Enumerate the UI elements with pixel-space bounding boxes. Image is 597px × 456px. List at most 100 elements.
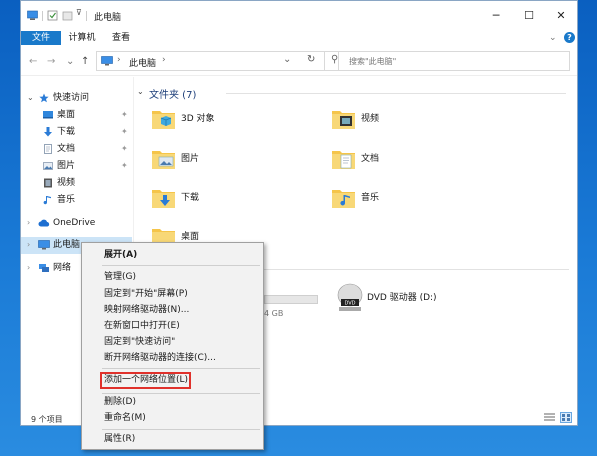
computer-icon xyxy=(38,240,50,250)
folder-label: 音乐 xyxy=(361,193,380,203)
chevron-right-icon[interactable]: › xyxy=(27,238,30,252)
menu-separator xyxy=(102,265,260,266)
menu-item-pin-to-quick-access[interactable]: 固定到"快速访问" xyxy=(104,335,175,350)
chevron-right-icon: › xyxy=(162,55,166,65)
chevron-down-icon[interactable]: ⌄ xyxy=(549,33,557,43)
sidebar-item-label: 音乐 xyxy=(57,195,76,205)
menu-item-map-network-drive[interactable]: 映射网络驱动器(N)... xyxy=(104,303,189,318)
divider xyxy=(42,11,43,21)
context-menu: 展开(A) 管理(G) 固定到"开始"屏幕(P) 映射网络驱动器(N)... 在… xyxy=(81,242,264,450)
address-row: ← → ⌄ ↑ › 此电脑 › ⌄ ↻ ⚲ 搜索"此电脑" xyxy=(21,46,577,76)
recent-locations-icon[interactable]: ⌄ xyxy=(66,56,74,67)
refresh-icon[interactable]: ↻ xyxy=(307,54,315,65)
menu-separator xyxy=(102,429,260,430)
sidebar-item-music[interactable]: 音乐 xyxy=(43,193,133,207)
computer-icon xyxy=(101,56,113,66)
new-folder-icon[interactable] xyxy=(62,10,73,21)
window-title: 此电脑 xyxy=(94,13,122,23)
folder-label: 3D 对象 xyxy=(181,114,215,124)
sidebar-this-pc-label: 此电脑 xyxy=(53,240,81,250)
up-arrow-icon[interactable]: ↑ xyxy=(81,56,89,67)
chevron-down-icon[interactable]: ⌄ xyxy=(27,91,34,105)
properties-icon[interactable] xyxy=(47,10,58,21)
chevron-right-icon[interactable]: › xyxy=(27,216,30,230)
details-view-icon[interactable] xyxy=(544,413,555,423)
folder-pictures-icon xyxy=(152,151,175,169)
customize-toolbar-icon[interactable]: ⊽ xyxy=(76,8,82,17)
address-bar[interactable]: › 此电脑 › ⌄ ↻ xyxy=(96,51,339,71)
ribbon-tabs: 文件 计算机 查看 ⌄ ? xyxy=(21,31,577,45)
menu-item-delete[interactable]: 删除(D) xyxy=(104,395,136,410)
computer-icon xyxy=(27,10,38,20)
dvd-drive[interactable]: DVD DVD 驱动器 (D:) xyxy=(337,283,497,315)
folder-documents-icon xyxy=(332,151,355,169)
search-placeholder: 搜索"此电脑" xyxy=(349,57,397,66)
sidebar-onedrive-label: OneDrive xyxy=(53,218,96,228)
desktop-icon xyxy=(43,111,53,119)
folder-3d-icon xyxy=(152,111,175,129)
menu-item-expand[interactable]: 展开(A) xyxy=(104,248,137,263)
pin-icon[interactable]: ✦ xyxy=(121,108,128,122)
document-icon xyxy=(44,144,52,154)
folder-label: 图片 xyxy=(181,154,200,164)
music-icon xyxy=(43,196,51,205)
menu-item-disconnect-network-drive[interactable]: 断开网络驱动器的连接(C)... xyxy=(104,351,216,366)
menu-item-properties[interactable]: 属性(R) xyxy=(104,432,135,447)
address-dropdown-icon[interactable]: ⌄ xyxy=(283,54,291,65)
section-divider xyxy=(226,93,566,94)
minimize-button[interactable]: ─ xyxy=(484,7,508,25)
sidebar-item-desktop[interactable]: 桌面 ✦ xyxy=(43,108,133,122)
address-path: 此电脑 xyxy=(129,59,157,69)
help-icon[interactable]: ? xyxy=(564,32,575,43)
folder-label: 文档 xyxy=(361,154,380,164)
pin-icon[interactable]: ✦ xyxy=(121,159,128,173)
sidebar-item-label: 下载 xyxy=(57,127,76,137)
large-icons-view-icon[interactable] xyxy=(560,412,572,423)
dvd-drive-label: DVD 驱动器 (D:) xyxy=(367,293,437,303)
pin-star-icon xyxy=(39,93,49,103)
folder-label: 桌面 xyxy=(181,232,200,242)
sidebar-item-downloads[interactable]: 下载 ✦ xyxy=(43,125,133,139)
menu-separator xyxy=(102,393,260,394)
sidebar-item-label: 视频 xyxy=(57,178,76,188)
folder-video-icon xyxy=(332,111,355,129)
sidebar-item-pictures[interactable]: 图片 ✦ xyxy=(43,159,133,173)
close-button[interactable]: ✕ xyxy=(549,7,573,25)
tab-computer[interactable]: 计算机 xyxy=(67,31,97,45)
search-box[interactable]: ⚲ 搜索"此电脑" xyxy=(324,51,570,71)
status-item-count: 9 个项目 xyxy=(31,415,63,424)
menu-item-add-network-location[interactable]: 添加一个网络位置(L) xyxy=(104,373,188,388)
section-title: 文件夹 (7) xyxy=(149,90,197,101)
title-bar: ⊽ 此电脑 ─ ☐ ✕ xyxy=(21,1,577,31)
sidebar-item-label: 图片 xyxy=(57,161,76,171)
folder-label: 视频 xyxy=(361,114,380,124)
drive-size-text: 4 GB xyxy=(264,309,284,318)
menu-item-rename[interactable]: 重命名(M) xyxy=(104,411,146,426)
video-icon xyxy=(44,178,52,188)
menu-item-pin-to-start[interactable]: 固定到"开始"屏幕(P) xyxy=(104,287,188,302)
back-arrow-icon[interactable]: ← xyxy=(29,56,37,67)
chevron-right-icon: › xyxy=(117,55,121,65)
chevron-down-icon[interactable]: ⌄ xyxy=(137,87,144,96)
tab-view[interactable]: 查看 xyxy=(109,31,133,45)
pin-icon[interactable]: ✦ xyxy=(121,125,128,139)
divider xyxy=(86,11,87,21)
forward-arrow-icon[interactable]: → xyxy=(47,56,55,67)
pin-icon[interactable]: ✦ xyxy=(121,142,128,156)
dvd-drive-icon: DVD xyxy=(337,283,363,311)
cloud-icon xyxy=(38,219,50,227)
menu-item-manage[interactable]: 管理(G) xyxy=(104,270,136,285)
chevron-right-icon[interactable]: › xyxy=(27,261,30,275)
download-icon xyxy=(44,127,52,137)
folder-downloads-icon xyxy=(152,190,175,208)
drive-usage-bar xyxy=(264,295,318,304)
menu-item-open-new-window[interactable]: 在新窗口中打开(E) xyxy=(104,319,180,334)
network-icon xyxy=(39,264,49,272)
sidebar-item-documents[interactable]: 文档 ✦ xyxy=(43,142,133,156)
sidebar-item-videos[interactable]: 视频 xyxy=(43,176,133,190)
maximize-button[interactable]: ☐ xyxy=(517,7,541,25)
sidebar-network-label: 网络 xyxy=(53,263,72,273)
tab-file[interactable]: 文件 xyxy=(21,31,61,45)
pictures-icon xyxy=(43,162,53,170)
sidebar-quick-access-label: 快速访问 xyxy=(53,93,90,103)
